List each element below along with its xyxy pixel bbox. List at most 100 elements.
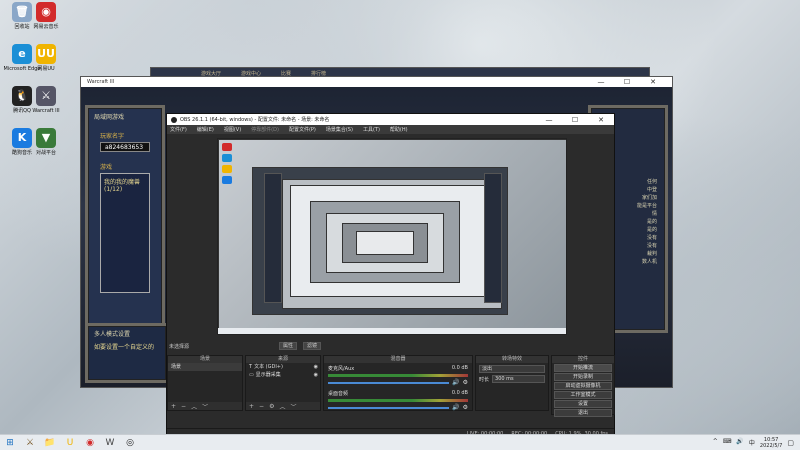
tray-overflow-icon[interactable]: ^ xyxy=(713,438,718,447)
source-item[interactable]: ▭ 显示器采集 ◉ xyxy=(246,371,320,379)
warcraft-icon: ⚔ xyxy=(36,86,56,106)
info-text-line: 是的 xyxy=(646,227,657,233)
gear-icon[interactable]: ⚙ xyxy=(463,404,468,411)
info-text-line: 没有 xyxy=(646,235,657,241)
desktop-shortcut[interactable]: UU 网易UU xyxy=(26,44,66,72)
volume-icon[interactable]: 🔊 xyxy=(736,438,743,447)
text-icon: T xyxy=(249,364,253,370)
player-name-input[interactable]: a824683653 xyxy=(100,142,150,152)
menu-profile[interactable]: 配置文件(P) xyxy=(289,126,316,133)
desktop-shortcut-label: Warcraft III xyxy=(32,108,60,114)
settings-button[interactable]: 设置 xyxy=(554,400,612,408)
netease-task-icon[interactable]: ◉ xyxy=(81,436,99,450)
speaker-icon[interactable]: 🔊 xyxy=(452,379,459,386)
minimize-button[interactable]: — xyxy=(588,78,614,86)
netease-music-icon: ◉ xyxy=(36,2,56,22)
obs-window[interactable]: OBS 26.1.1 (64-bit, windows) - 配置文件: 未命名… xyxy=(166,113,615,439)
player-name-label: 玩家名字 xyxy=(100,133,125,140)
remove-icon[interactable]: − xyxy=(259,403,264,410)
sources-toolbar: + − ⚙ ︿ ﹀ xyxy=(246,402,320,411)
uu-task-icon[interactable]: U xyxy=(61,436,79,450)
source-item[interactable]: T 文本 (GDI+) ◉ xyxy=(246,363,320,371)
info-text-line: 没有 xyxy=(646,243,657,249)
exit-button[interactable]: 退出 xyxy=(554,409,612,417)
start-icon[interactable]: ⊞ xyxy=(1,436,19,450)
obs-maximize-button[interactable]: ☐ xyxy=(562,116,588,124)
game-list-item[interactable]: 我的我的魔兽 (1/12) xyxy=(104,177,146,193)
sources-dock-title: 来源 xyxy=(246,356,320,363)
start-streaming-button[interactable]: 开始推流 xyxy=(554,364,612,372)
mixer-track: 麦克风/Aux 0.0 dB 🔊 ⚙ xyxy=(324,363,472,388)
warcraft-titlebar[interactable]: Warcraft III — ☐ ✕ xyxy=(81,77,672,87)
down-icon[interactable]: ﹀ xyxy=(290,402,296,411)
obs-close-button[interactable]: ✕ xyxy=(588,116,614,124)
properties-button[interactable]: 属性 xyxy=(279,342,298,350)
close-button[interactable]: ✕ xyxy=(640,78,666,86)
menu-tools[interactable]: 工具(T) xyxy=(363,126,380,133)
duration-label: 时长 xyxy=(479,376,490,383)
taskbar: ⊞ ⚔ 📁 U ◉ W ◎ ^ ⌨ 🔊 中 10:57 2022/5/7 ▢ xyxy=(0,434,800,450)
obs-preview[interactable] xyxy=(217,138,567,335)
filters-button[interactable]: 滤镜 xyxy=(303,342,322,350)
gear-icon[interactable]: ⚙ xyxy=(463,379,468,386)
volume-slider[interactable] xyxy=(328,406,450,409)
track-name: 麦克风/Aux xyxy=(328,366,355,372)
menu-view[interactable]: 视图(V) xyxy=(224,126,241,133)
up-icon[interactable]: ︿ xyxy=(279,402,285,411)
down-icon[interactable]: ﹀ xyxy=(202,402,208,411)
menu-edit[interactable]: 编辑(E) xyxy=(197,126,214,133)
clock[interactable]: 10:57 2022/5/7 xyxy=(760,437,782,449)
transitions-dock: 转场特效 淡出 时长 300 ms xyxy=(475,355,549,411)
desktop-shortcut-label: 网易云音乐 xyxy=(33,24,59,30)
virtual-camera-button[interactable]: 启动虚拟摄像机 xyxy=(554,382,612,390)
warcraft-task-icon[interactable]: ⚔ xyxy=(21,436,39,450)
menu-docks[interactable]: 停靠部件(D) xyxy=(251,126,279,133)
menu-scene-collection[interactable]: 场景集合(S) xyxy=(326,126,353,133)
desktop-shortcut[interactable]: ◉ 网易云音乐 xyxy=(26,2,66,30)
add-icon[interactable]: + xyxy=(249,403,254,410)
track-name: 桌面音频 xyxy=(328,391,349,397)
duration-input[interactable]: 300 ms xyxy=(492,375,545,383)
mixer-dock: 混音器 麦克风/Aux 0.0 dB 🔊 ⚙ 桌面音频 0.0 dB 🔊 ⚙ xyxy=(323,355,473,411)
start-recording-button[interactable]: 开始录制 xyxy=(554,373,612,381)
info-text-line: 中登 xyxy=(646,187,657,193)
multiplayer-title: 多人模式设置 xyxy=(94,331,131,338)
level-meter xyxy=(328,374,468,377)
scene-item[interactable]: 场景 xyxy=(168,363,242,371)
gear-icon[interactable]: ⚙ xyxy=(269,403,274,410)
sources-dock: 来源 T 文本 (GDI+) ◉ ▭ 显示器采集 ◉ + − ⚙ ︿ ﹀ xyxy=(245,355,321,411)
transitions-dock-title: 转场特效 xyxy=(476,356,548,363)
obs-titlebar[interactable]: OBS 26.1.1 (64-bit, windows) - 配置文件: 未命名… xyxy=(167,114,614,125)
game-list[interactable]: 我的我的魔兽 (1/12) xyxy=(100,173,150,293)
menu-help[interactable]: 帮助(H) xyxy=(390,126,408,133)
desktop-shortcut[interactable]: ▼ 对战平台 xyxy=(26,128,66,156)
lan-title: 局域网游戏 xyxy=(94,114,125,121)
obs-minimize-button[interactable]: — xyxy=(536,116,562,124)
desktop-shortcut[interactable]: ⚔ Warcraft III xyxy=(26,86,66,114)
obs-task-icon[interactable]: ◎ xyxy=(121,436,139,450)
uu-icon: UU xyxy=(36,44,56,64)
eye-icon[interactable]: ◉ xyxy=(314,363,320,371)
add-icon[interactable]: + xyxy=(171,403,176,410)
studio-mode-button[interactable]: 工作室模式 xyxy=(554,391,612,399)
scenes-toolbar: + − ︿ ﹀ xyxy=(168,402,242,411)
volume-slider[interactable] xyxy=(328,381,450,384)
mixer-dock-title: 混音器 xyxy=(324,356,472,363)
info-text-line: 情 xyxy=(651,211,657,217)
obs-menubar: 文件(F) 编辑(E) 视图(V) 停靠部件(D) 配置文件(P) 场景集合(S… xyxy=(167,125,614,134)
eye-icon[interactable]: ◉ xyxy=(314,371,320,379)
multiplayer-panel: 多人模式设置 如要设置一个自定义的 xyxy=(85,323,169,383)
transition-select[interactable]: 淡出 xyxy=(479,365,545,373)
battle-platform-icon: ▼ xyxy=(36,128,56,148)
up-icon[interactable]: ︿ xyxy=(191,402,197,411)
notification-icon[interactable]: ▢ xyxy=(787,439,794,447)
explorer-icon[interactable]: 📁 xyxy=(41,436,59,450)
keyboard-icon[interactable]: ⌨ xyxy=(723,438,732,447)
menu-file[interactable]: 文件(F) xyxy=(170,126,187,133)
maximize-button[interactable]: ☐ xyxy=(614,78,640,86)
war3-task-icon[interactable]: W xyxy=(101,436,119,450)
remove-icon[interactable]: − xyxy=(181,403,186,410)
lan-panel: 局域网游戏 玩家名字 a824683653 游戏 我的我的魔兽 (1/12) xyxy=(85,105,165,333)
ime-icon[interactable]: 中 xyxy=(749,438,755,447)
speaker-icon[interactable]: 🔊 xyxy=(452,404,459,411)
